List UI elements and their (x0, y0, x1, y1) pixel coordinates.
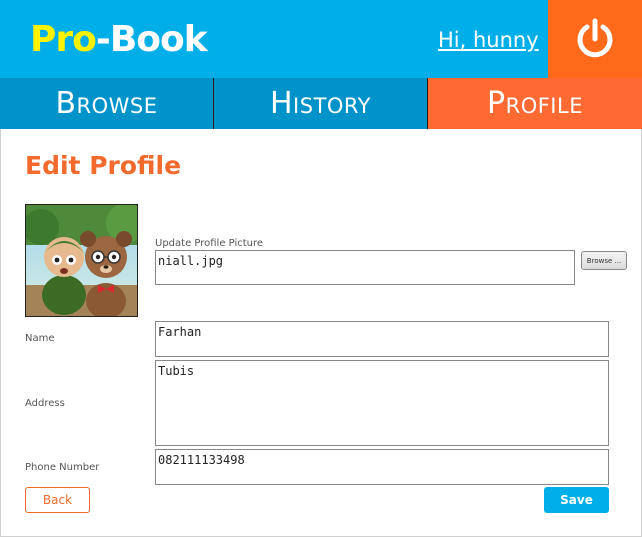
power-icon (577, 18, 613, 58)
name-field[interactable]: Farhan (155, 321, 609, 357)
address-label: Address (25, 398, 65, 409)
address-field[interactable]: Tubis (155, 360, 609, 446)
nav-tab-browse[interactable]: Browse (0, 78, 214, 129)
profile-picture (25, 204, 138, 317)
update-picture-label: Update Profile Picture (155, 238, 264, 249)
page-title: Edit Profile (25, 151, 182, 180)
phone-field[interactable]: 082111133498 (155, 449, 609, 485)
logo: Pro-Book (30, 18, 208, 62)
browse-file-button[interactable]: Browse ... (581, 251, 627, 270)
main-nav: Browse History Profile (0, 78, 642, 129)
back-button[interactable]: Back (25, 487, 90, 513)
profile-picture-file-field[interactable]: niall.jpg (155, 250, 575, 285)
greeting-link[interactable]: Hi, hunny (438, 26, 539, 54)
logo-part-pro: Pro (30, 19, 97, 60)
nav-tab-profile[interactable]: Profile (428, 78, 642, 129)
header: Pro-Book Hi, hunny (0, 0, 642, 78)
nav-tab-history[interactable]: History (214, 78, 428, 129)
logout-button[interactable] (548, 0, 642, 78)
logo-part-book: -Book (95, 19, 208, 60)
phone-label: Phone Number (25, 462, 100, 473)
save-button[interactable]: Save (544, 487, 609, 513)
name-label: Name (25, 333, 55, 344)
